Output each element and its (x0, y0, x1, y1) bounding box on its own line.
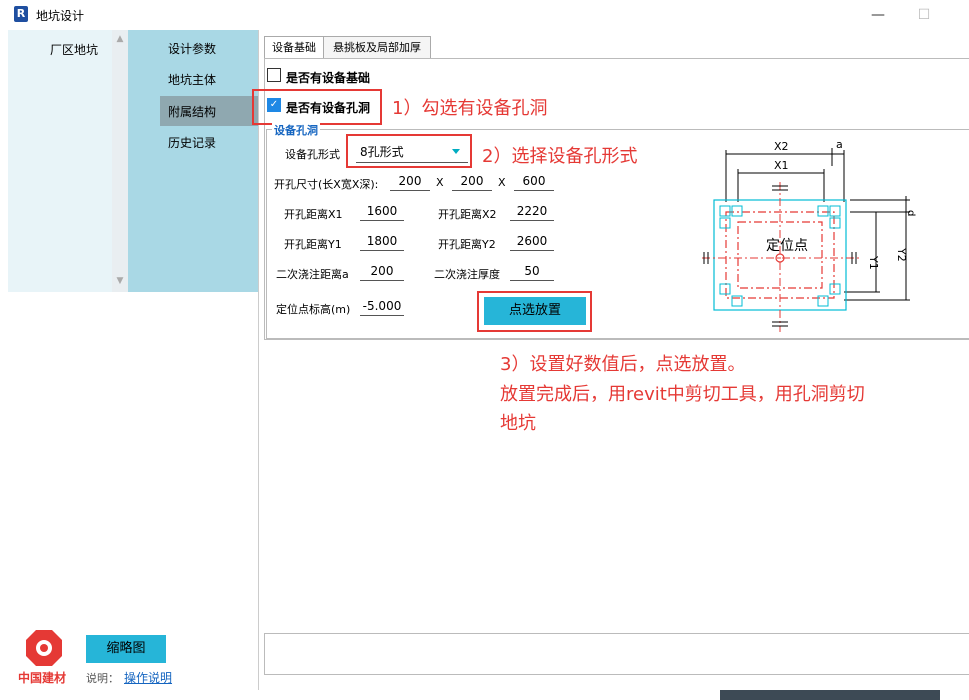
scroll-down-icon[interactable]: ▼ (112, 274, 128, 288)
nav-item-plant-pit[interactable]: 厂区地坑 (50, 41, 98, 58)
size-sep-2: X (498, 176, 506, 189)
window-title: 地坑设计 (36, 9, 85, 23)
center-point-label: 定位点 (766, 238, 808, 254)
revit-icon: R (14, 6, 28, 22)
x1-input[interactable]: 1600 (360, 202, 404, 221)
nav-item-pit-body[interactable]: 地坑主体 (168, 71, 216, 88)
foundation-checkbox[interactable] (267, 68, 281, 82)
hole-type-label: 设备孔形式 (285, 148, 340, 161)
thumbnail-button[interactable]: 缩略图 (86, 635, 166, 663)
y1-dim-label: Y1 (867, 255, 880, 270)
description-box (264, 633, 969, 675)
elev-input[interactable]: -5.000 (360, 297, 404, 316)
elev-label: 定位点标高(m) (276, 303, 351, 316)
annotation-3-line2: 放置完成后，用revit中剪切工具，用孔洞剪切 (500, 384, 865, 405)
divider (258, 30, 259, 690)
a-input[interactable]: 200 (360, 262, 404, 281)
size-width-input[interactable]: 200 (452, 172, 492, 191)
y1-label: 开孔距离Y1 (284, 238, 342, 251)
x1-label: 开孔距离X1 (284, 208, 343, 221)
hole-type-value: 8孔形式 (360, 145, 404, 159)
d-dim-label: d (905, 210, 916, 216)
scrollbar[interactable] (112, 30, 128, 292)
a-dim-label: a (836, 138, 843, 151)
place-button[interactable]: 点选放置 (484, 297, 586, 325)
tab-equipment-foundation[interactable]: 设备基础 (264, 36, 324, 59)
nav-item-accessory[interactable]: 附属结构 (168, 103, 216, 120)
size-length-input[interactable]: 200 (390, 172, 430, 191)
foundation-checkbox-label: 是否有设备基础 (286, 71, 371, 85)
nav-item-history[interactable]: 历史记录 (168, 134, 216, 151)
size-label: 开孔尺寸(长X宽X深): (274, 178, 379, 191)
hole-checkbox[interactable]: ✓ (267, 98, 281, 112)
thick-input[interactable]: 50 (510, 262, 554, 281)
primary-nav (8, 30, 128, 292)
x2-input[interactable]: 2220 (510, 202, 554, 221)
annotation-3-line3: 地坑 (500, 413, 536, 434)
logo-text: 中国建材 (18, 671, 67, 685)
secondary-nav (128, 30, 258, 292)
chevron-down-icon[interactable] (452, 149, 460, 154)
y2-dim-label: Y2 (895, 247, 908, 262)
company-logo-icon (26, 630, 62, 666)
minimize-button[interactable]: — (858, 4, 898, 26)
annotation-2: 2）选择设备孔形式 (482, 146, 638, 167)
maximize-button[interactable]: ☐ (904, 4, 944, 26)
tab-cantilever[interactable]: 悬挑板及局部加厚 (323, 36, 431, 59)
x2-label: 开孔距离X2 (438, 208, 497, 221)
size-sep-1: X (436, 176, 444, 189)
background-taskbar-strip (720, 690, 940, 700)
scroll-up-icon[interactable]: ▲ (112, 32, 128, 46)
nav-item-design-params[interactable]: 设计参数 (168, 40, 216, 57)
thick-label: 二次浇注厚度 (434, 268, 500, 281)
annotation-3-line1: 3）设置好数值后，点选放置。 (500, 354, 746, 375)
operation-guide-link[interactable]: 操作说明 (124, 669, 172, 686)
annotation-1: 1）勾选有设备孔洞 (392, 98, 548, 119)
y2-label: 开孔距离Y2 (438, 238, 496, 251)
y2-input[interactable]: 2600 (510, 232, 554, 251)
group-title: 设备孔洞 (272, 122, 320, 138)
note-label: 说明： (86, 672, 119, 685)
size-depth-input[interactable]: 600 (514, 172, 554, 191)
x2-dim-label: X2 (774, 140, 789, 153)
title-bar: R 地坑设计 — ☐ (0, 0, 969, 30)
a-label: 二次浇注距离a (276, 268, 349, 281)
hole-layout-diagram: X2 a X1 d Y1 Y2 定位点 (702, 138, 916, 332)
hole-checkbox-label: 是否有设备孔洞 (286, 101, 371, 115)
y1-input[interactable]: 1800 (360, 232, 404, 251)
x1-dim-label: X1 (774, 159, 789, 172)
